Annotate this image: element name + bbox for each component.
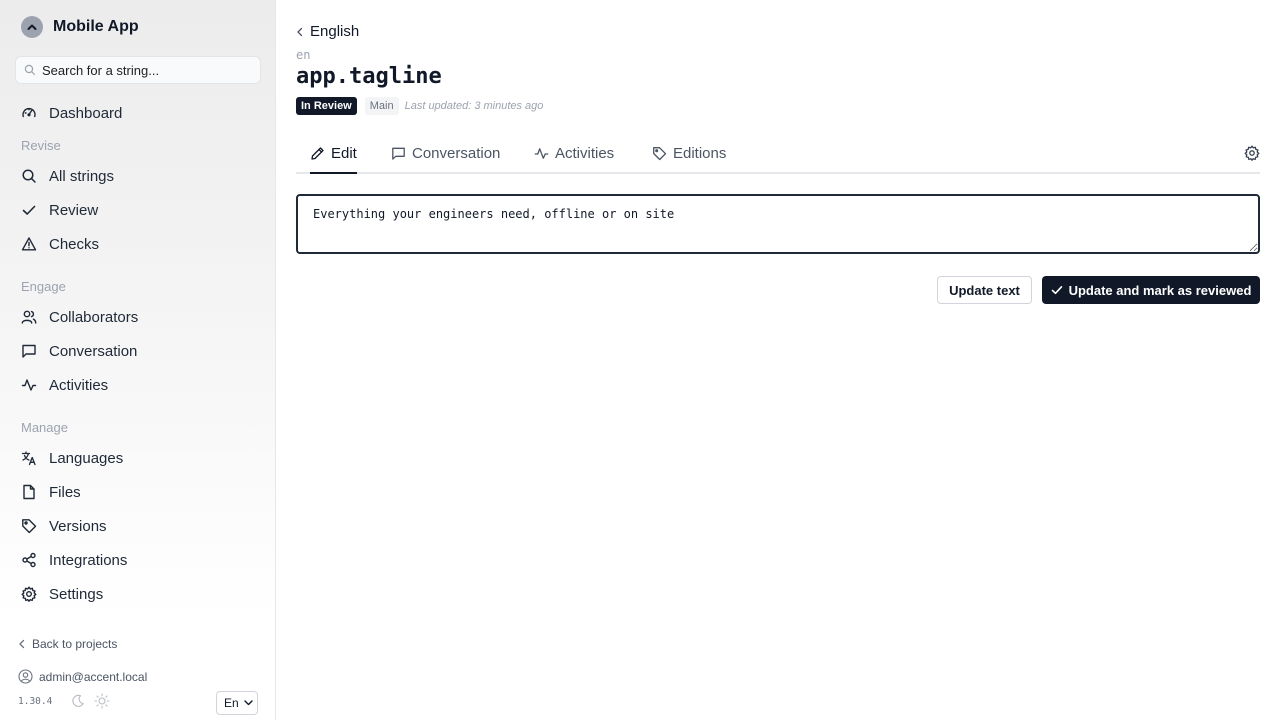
back-to-projects-link[interactable]: Back to projects bbox=[18, 637, 117, 651]
gear-icon bbox=[21, 584, 41, 604]
last-updated-text: Last updated: 3 minutes ago bbox=[404, 100, 544, 112]
tab-edit[interactable]: Edit bbox=[310, 134, 357, 174]
sidebar-item-languages[interactable]: Languages bbox=[21, 447, 123, 469]
update-text-button[interactable]: Update text bbox=[937, 276, 1032, 304]
breadcrumb-label: English bbox=[310, 23, 360, 40]
tab-label: Edit bbox=[331, 144, 357, 162]
sidebar-item-label: Dashboard bbox=[49, 104, 123, 122]
status-row: In Review Main Last updated: 3 minutes a… bbox=[296, 97, 543, 115]
language-code: en bbox=[296, 48, 311, 62]
sidebar-item-label: Files bbox=[49, 483, 81, 501]
search-icon bbox=[24, 64, 36, 76]
app-version: 1.30.4 bbox=[18, 696, 53, 707]
message-square-icon bbox=[21, 341, 41, 361]
tag-icon bbox=[652, 146, 667, 161]
file-icon bbox=[21, 482, 41, 502]
chevron-left-icon bbox=[296, 27, 304, 37]
section-label-engage: Engage bbox=[21, 279, 66, 294]
sidebar-item-review[interactable]: Review bbox=[21, 199, 98, 221]
tab-label: Editions bbox=[673, 144, 727, 162]
update-and-review-button[interactable]: Update and mark as reviewed bbox=[1042, 276, 1260, 304]
sidebar-item-versions[interactable]: Versions bbox=[21, 515, 107, 537]
check-icon bbox=[21, 200, 41, 220]
chevron-down-icon bbox=[243, 700, 253, 706]
chevron-up-icon[interactable] bbox=[21, 16, 43, 38]
activity-icon bbox=[21, 375, 41, 395]
sidebar-item-label: Languages bbox=[49, 449, 124, 467]
project-title: Mobile App bbox=[53, 18, 139, 35]
section-label-manage: Manage bbox=[21, 420, 68, 435]
update-and-review-label: Update and mark as reviewed bbox=[1068, 282, 1252, 298]
project-header[interactable]: Mobile App bbox=[21, 16, 139, 38]
activity-icon bbox=[534, 146, 549, 161]
message-square-icon bbox=[391, 146, 406, 161]
sidebar-item-label: Versions bbox=[49, 517, 107, 535]
search-box[interactable] bbox=[15, 56, 261, 84]
sidebar-item-label: Settings bbox=[49, 585, 104, 603]
tab-activities[interactable]: Activities bbox=[534, 134, 614, 172]
sidebar: Mobile App Dashboard Revise All strings … bbox=[0, 0, 276, 720]
sidebar-item-settings[interactable]: Settings bbox=[21, 583, 103, 605]
pencil-icon bbox=[310, 146, 325, 161]
sidebar-item-files[interactable]: Files bbox=[21, 481, 81, 503]
status-badge: In Review bbox=[296, 97, 357, 115]
chevron-left-icon bbox=[18, 639, 26, 649]
translate-icon bbox=[21, 448, 41, 468]
user-avatar-icon bbox=[18, 669, 33, 684]
branch-badge: Main bbox=[364, 97, 399, 115]
user-email: admin@accent.local bbox=[39, 669, 148, 684]
sidebar-item-label: Checks bbox=[49, 235, 100, 253]
gauge-icon bbox=[21, 103, 41, 123]
sidebar-item-conversation[interactable]: Conversation bbox=[21, 340, 137, 362]
moon-icon[interactable] bbox=[71, 694, 85, 708]
translation-editor[interactable]: Everything your engineers need, offline … bbox=[296, 194, 1260, 254]
tab-conversation[interactable]: Conversation bbox=[391, 134, 500, 172]
back-to-projects-label: Back to projects bbox=[32, 637, 118, 651]
sidebar-item-label: Conversation bbox=[49, 342, 138, 360]
language-selector[interactable]: En bbox=[216, 691, 258, 715]
page-title: app.tagline bbox=[296, 64, 442, 89]
section-label-revise: Revise bbox=[21, 138, 61, 153]
sidebar-item-label: All strings bbox=[49, 167, 115, 185]
search-input[interactable] bbox=[42, 62, 242, 78]
sidebar-item-collaborators[interactable]: Collaborators bbox=[21, 306, 138, 328]
sidebar-item-label: Review bbox=[49, 201, 99, 219]
users-icon bbox=[21, 307, 41, 327]
sidebar-item-label: Integrations bbox=[49, 551, 128, 569]
tag-icon bbox=[21, 516, 41, 536]
tab-label: Activities bbox=[555, 144, 615, 162]
share-icon bbox=[21, 550, 41, 570]
sidebar-item-all-strings[interactable]: All strings bbox=[21, 165, 114, 187]
sidebar-item-dashboard[interactable]: Dashboard bbox=[21, 102, 122, 124]
tab-label: Conversation bbox=[412, 144, 501, 162]
sidebar-item-label: Activities bbox=[49, 376, 109, 394]
sidebar-item-checks[interactable]: Checks bbox=[21, 233, 99, 255]
gear-icon[interactable] bbox=[1244, 145, 1260, 161]
warning-triangle-icon bbox=[21, 234, 41, 254]
user-account[interactable]: admin@accent.local bbox=[18, 669, 147, 684]
language-selector-value: En bbox=[224, 696, 239, 710]
sun-icon[interactable] bbox=[94, 693, 110, 709]
sidebar-item-label: Collaborators bbox=[49, 308, 139, 326]
search-icon bbox=[21, 166, 41, 186]
sidebar-item-integrations[interactable]: Integrations bbox=[21, 549, 127, 571]
tab-editions[interactable]: Editions bbox=[652, 134, 726, 172]
breadcrumb-language[interactable]: English bbox=[296, 23, 359, 40]
check-icon bbox=[1051, 284, 1063, 296]
tab-bar: Edit Conversation Activities Editions bbox=[296, 134, 1260, 174]
sidebar-item-activities[interactable]: Activities bbox=[21, 374, 108, 396]
